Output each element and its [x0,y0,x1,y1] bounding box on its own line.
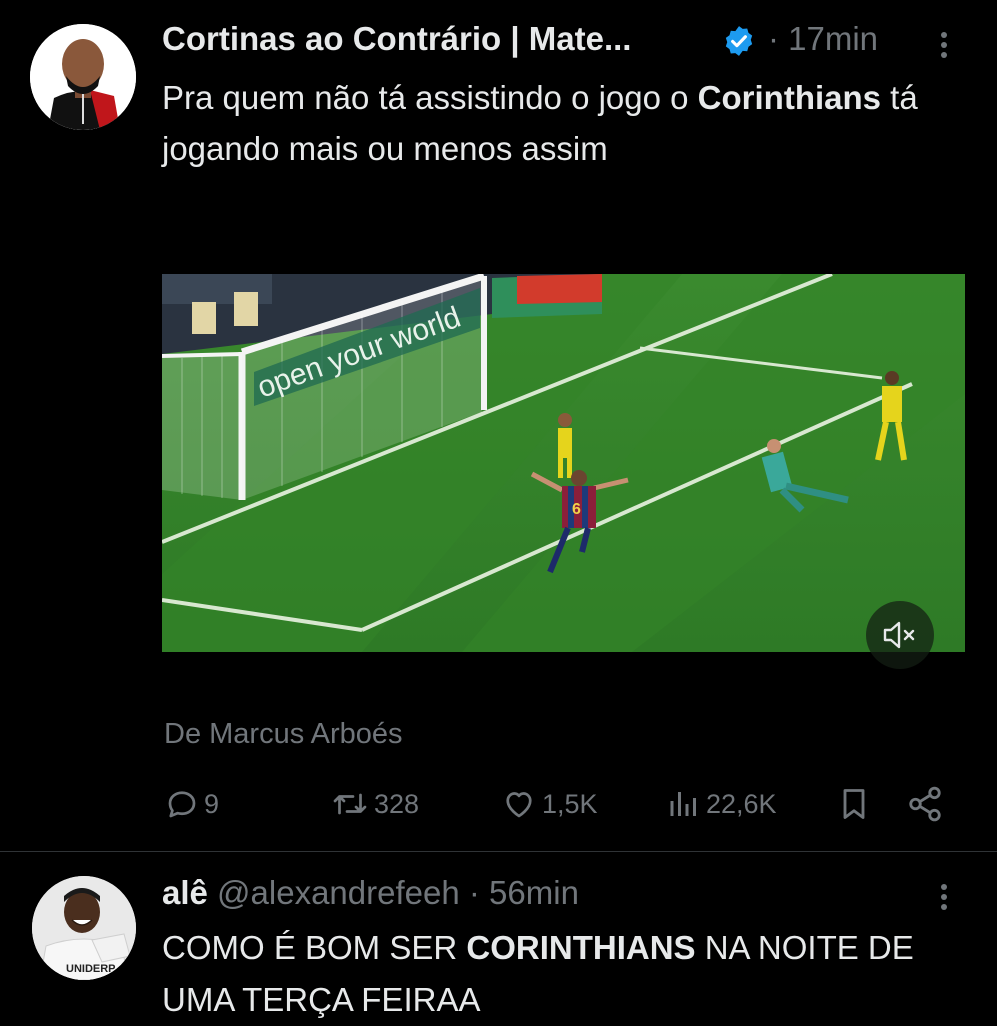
views-count: 22,6K [706,788,777,819]
hashtag-highlight[interactable]: Corinthians [698,79,881,116]
retweet-button[interactable]: 328 [330,784,419,824]
reply-icon [168,791,196,818]
retweet-icon [333,793,367,815]
tweet-timestamp[interactable]: · 17min [768,20,878,58]
author-name[interactable]: Cortinas ao Contrário | Mate... [162,20,631,58]
like-count: 1,5K [542,788,598,819]
author-avatar[interactable] [30,24,136,130]
verified-badge-icon [725,26,753,56]
mute-button[interactable] [866,601,934,669]
tweet-timestamp[interactable]: · 56min [469,874,579,911]
author-name[interactable]: alê [162,874,208,911]
hashtag-highlight[interactable]: CORINTHIANS [466,929,695,966]
tweet-video[interactable]: open your world 6 [162,274,965,652]
like-button[interactable]: 1,5K [500,784,598,824]
video-source-attribution[interactable]: De Marcus Arboés [164,718,403,751]
reply-count: 9 [204,788,220,819]
svg-text:UNIDERP: UNIDERP [66,963,116,975]
share-button[interactable] [906,784,948,824]
more-vertical-icon[interactable] [932,30,956,60]
reply-button[interactable]: 9 [164,784,219,824]
bookmark-button[interactable] [836,784,876,824]
avatar-illustration [30,24,136,130]
views-button[interactable]: 22,6K [666,784,777,824]
retweet-count: 328 [374,788,420,819]
tweet-text: COMO É BOM SER CORINTHIANS NA NOITE DE U… [162,929,914,1018]
heart-icon [506,792,532,818]
svg-text:6: 6 [572,501,581,518]
more-vertical-icon[interactable] [932,882,956,912]
author-avatar[interactable]: UNIDERP [32,876,136,980]
tweet-divider [0,851,997,852]
muted-speaker-icon [883,621,915,649]
author-handle[interactable]: @alexandrefeeh [217,874,460,911]
avatar-photo: UNIDERP [32,876,136,980]
video-frame: open your world 6 [162,274,965,652]
views-chart-icon [670,792,696,816]
author-line: alê @alexandrefeeh · 56min [162,874,579,912]
tweet-text: Pra quem não tá assistindo o jogo o Cori… [162,79,918,167]
bookmark-icon [843,789,865,819]
share-icon [909,786,941,822]
